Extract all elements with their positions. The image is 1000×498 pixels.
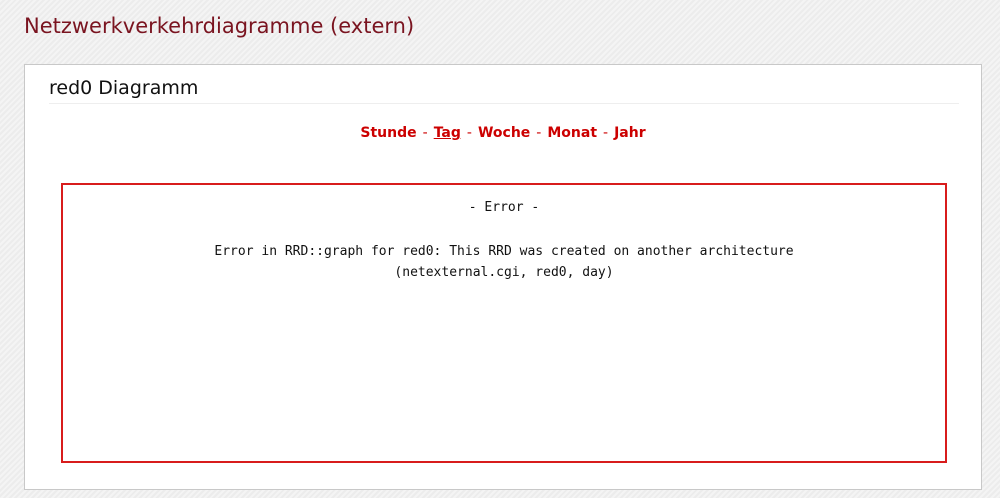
error-message-line: Error in RRD::graph for red0: This RRD w… <box>214 244 794 259</box>
graph-panel: red0 Diagramm Stunde - Tag - Woche - Monat - Jah… <box>24 64 982 490</box>
page-title: Netzwerkverkehrdiagramme (extern) <box>24 14 415 38</box>
range-separator: - <box>466 125 472 141</box>
range-link-month[interactable]: Monat <box>547 125 597 141</box>
time-range-nav: Stunde - Tag - Woche - Monat - Jahr <box>25 125 981 141</box>
error-heading: - Error - <box>468 200 540 215</box>
panel-title: red0 Diagramm <box>49 77 959 104</box>
range-link-day[interactable]: Tag <box>434 125 461 141</box>
range-separator: - <box>422 125 428 141</box>
range-separator: - <box>603 125 609 141</box>
error-message: Error in RRD::graph for red0: This RRD w… <box>63 241 945 283</box>
page: Netzwerkverkehrdiagramme (extern) red0 D… <box>0 0 1000 498</box>
range-link-week[interactable]: Woche <box>478 125 530 141</box>
error-message-context: (netexternal.cgi, red0, day) <box>394 265 614 280</box>
range-link-hour[interactable]: Stunde <box>360 125 416 141</box>
range-separator: - <box>536 125 542 141</box>
graph-error-image: - Error - Error in RRD::graph for red0: … <box>61 183 947 463</box>
range-link-year[interactable]: Jahr <box>614 125 646 141</box>
